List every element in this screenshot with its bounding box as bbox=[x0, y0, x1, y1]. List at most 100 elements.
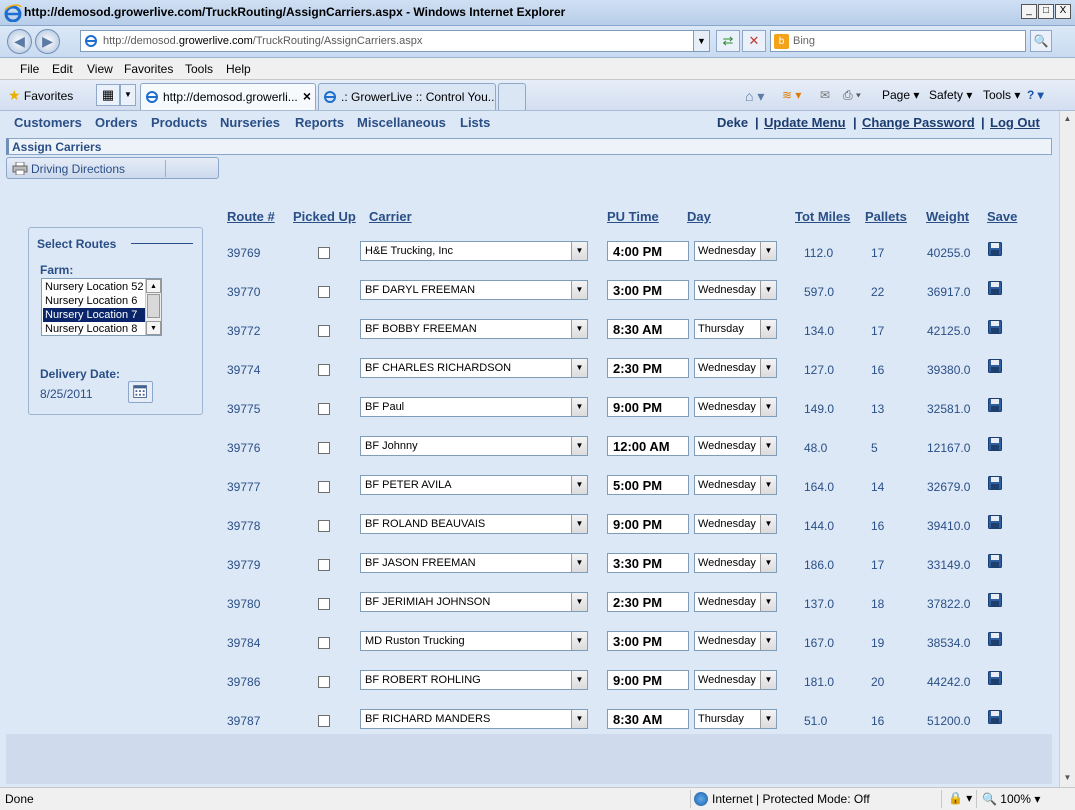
chevron-down-icon[interactable]: ▼ bbox=[760, 242, 776, 260]
page-menu[interactable]: Page ▾ bbox=[882, 88, 919, 102]
feeds-icon[interactable]: ≋ ▾ bbox=[782, 88, 801, 102]
save-icon[interactable] bbox=[988, 515, 1002, 529]
search-button[interactable]: 🔍 bbox=[1030, 30, 1052, 52]
picked-up-checkbox[interactable] bbox=[318, 559, 330, 571]
save-icon[interactable] bbox=[988, 593, 1002, 607]
close-window-button[interactable]: X bbox=[1055, 4, 1071, 19]
protected-mode-icon[interactable]: 🔒 ▾ bbox=[948, 791, 972, 805]
save-icon[interactable] bbox=[988, 320, 1002, 334]
home-icon[interactable]: ⌂ ▾ bbox=[745, 88, 764, 105]
carrier-select[interactable]: BF RICHARD MANDERS ▼ bbox=[360, 709, 588, 729]
chevron-down-icon[interactable]: ▼ bbox=[571, 710, 587, 728]
picked-up-checkbox[interactable] bbox=[318, 481, 330, 493]
carrier-select[interactable]: BF DARYL FREEMAN ▼ bbox=[360, 280, 588, 300]
header-pallets[interactable]: Pallets bbox=[865, 209, 907, 224]
menu-favorites[interactable]: Favorites bbox=[124, 62, 173, 76]
chevron-down-icon[interactable]: ▼ bbox=[760, 359, 776, 377]
pu-time-input[interactable]: 2:30 PM bbox=[607, 592, 689, 612]
maximize-button[interactable]: □ bbox=[1038, 4, 1054, 19]
day-select[interactable]: Thursday ▼ bbox=[694, 319, 777, 339]
chevron-down-icon[interactable]: ▼ bbox=[760, 281, 776, 299]
chevron-down-icon[interactable]: ▼ bbox=[571, 281, 587, 299]
chevron-down-icon[interactable]: ▼ bbox=[571, 242, 587, 260]
chevron-down-icon[interactable]: ▼ bbox=[571, 320, 587, 338]
mail-icon[interactable]: ✉ bbox=[820, 88, 830, 102]
header-save[interactable]: Save bbox=[987, 209, 1017, 224]
log-out-link[interactable]: Log Out bbox=[990, 115, 1040, 130]
chevron-down-icon[interactable]: ▼ bbox=[571, 437, 587, 455]
day-select[interactable]: Wednesday ▼ bbox=[694, 592, 777, 612]
day-select[interactable]: Wednesday ▼ bbox=[694, 241, 777, 261]
pu-time-input[interactable]: 5:00 PM bbox=[607, 475, 689, 495]
chevron-down-icon[interactable]: ▼ bbox=[760, 437, 776, 455]
chevron-down-icon[interactable]: ▼ bbox=[760, 320, 776, 338]
save-icon[interactable] bbox=[988, 476, 1002, 490]
picked-up-checkbox[interactable] bbox=[318, 442, 330, 454]
save-icon[interactable] bbox=[988, 554, 1002, 568]
carrier-select[interactable]: BF Paul ▼ bbox=[360, 397, 588, 417]
chevron-down-icon[interactable]: ▼ bbox=[571, 554, 587, 572]
new-tab-button[interactable] bbox=[498, 83, 526, 110]
scroll-up-icon[interactable]: ▲ bbox=[1060, 111, 1075, 126]
change-password-link[interactable]: Change Password bbox=[862, 115, 975, 130]
picked-up-checkbox[interactable] bbox=[318, 715, 330, 727]
picked-up-checkbox[interactable] bbox=[318, 520, 330, 532]
chevron-down-icon[interactable]: ▼ bbox=[571, 632, 587, 650]
carrier-select[interactable]: BF Johnny ▼ bbox=[360, 436, 588, 456]
day-select[interactable]: Thursday ▼ bbox=[694, 709, 777, 729]
picked-up-checkbox[interactable] bbox=[318, 403, 330, 415]
chevron-down-icon[interactable]: ▼ bbox=[571, 593, 587, 611]
carrier-select[interactable]: BF ROBERT ROHLING ▼ bbox=[360, 670, 588, 690]
day-select[interactable]: Wednesday ▼ bbox=[694, 553, 777, 573]
chevron-down-icon[interactable]: ▼ bbox=[760, 710, 776, 728]
scroll-down-icon[interactable]: ▼ bbox=[1060, 770, 1075, 785]
print-icon[interactable]: ⎙ ▾ bbox=[843, 88, 861, 103]
menu-tools[interactable]: Tools bbox=[185, 62, 213, 76]
pu-time-input[interactable]: 2:30 PM bbox=[607, 358, 689, 378]
menu-edit[interactable]: Edit bbox=[52, 62, 73, 76]
update-menu-link[interactable]: Update Menu bbox=[764, 115, 846, 130]
nav-nurseries[interactable]: Nurseries bbox=[220, 115, 280, 130]
chevron-down-icon[interactable]: ▼ bbox=[571, 671, 587, 689]
carrier-select[interactable]: BF ROLAND BEAUVAIS ▼ bbox=[360, 514, 588, 534]
save-icon[interactable] bbox=[988, 632, 1002, 646]
day-select[interactable]: Wednesday ▼ bbox=[694, 436, 777, 456]
chevron-down-icon[interactable]: ▼ bbox=[760, 632, 776, 650]
forward-button[interactable]: ▶ bbox=[35, 29, 60, 54]
day-select[interactable]: Wednesday ▼ bbox=[694, 280, 777, 300]
header-carrier[interactable]: Carrier bbox=[369, 209, 412, 224]
chevron-down-icon[interactable]: ▼ bbox=[571, 359, 587, 377]
carrier-select[interactable]: H&E Trucking, Inc ▼ bbox=[360, 241, 588, 261]
nav-orders[interactable]: Orders bbox=[95, 115, 138, 130]
minimize-button[interactable]: _ bbox=[1021, 4, 1037, 19]
quick-tabs-button[interactable]: ▦ bbox=[96, 84, 120, 106]
pu-time-input[interactable]: 3:00 PM bbox=[607, 631, 689, 651]
tab-growerlive[interactable]: .: GrowerLive :: Control You... bbox=[318, 83, 496, 110]
save-icon[interactable] bbox=[988, 710, 1002, 724]
picked-up-checkbox[interactable] bbox=[318, 286, 330, 298]
pu-time-input[interactable]: 9:00 PM bbox=[607, 397, 689, 417]
chevron-down-icon[interactable]: ▼ bbox=[760, 593, 776, 611]
header-pu-time[interactable]: PU Time bbox=[607, 209, 659, 224]
nav-customers[interactable]: Customers bbox=[14, 115, 82, 130]
close-tab-icon[interactable]: × bbox=[303, 88, 311, 104]
carrier-select[interactable]: BF JERIMIAH JOHNSON ▼ bbox=[360, 592, 588, 612]
picked-up-checkbox[interactable] bbox=[318, 676, 330, 688]
header-tot-miles[interactable]: Tot Miles bbox=[795, 209, 850, 224]
favorites-button[interactable]: ★ Favorites bbox=[8, 87, 73, 104]
driving-directions-button[interactable]: Driving Directions bbox=[6, 157, 219, 179]
pu-time-input[interactable]: 9:00 PM bbox=[607, 514, 689, 534]
chevron-down-icon[interactable]: ▼ bbox=[760, 398, 776, 416]
day-select[interactable]: Wednesday ▼ bbox=[694, 514, 777, 534]
pu-time-input[interactable]: 3:00 PM bbox=[607, 280, 689, 300]
chevron-down-icon[interactable]: ▼ bbox=[571, 398, 587, 416]
security-zone[interactable]: Internet | Protected Mode: Off bbox=[690, 790, 940, 808]
carrier-select[interactable]: MD Ruston Trucking ▼ bbox=[360, 631, 588, 651]
day-select[interactable]: Wednesday ▼ bbox=[694, 397, 777, 417]
picked-up-checkbox[interactable] bbox=[318, 247, 330, 259]
save-icon[interactable] bbox=[988, 242, 1002, 256]
chevron-down-icon[interactable]: ▼ bbox=[760, 671, 776, 689]
day-select[interactable]: Wednesday ▼ bbox=[694, 475, 777, 495]
menu-help[interactable]: Help bbox=[226, 62, 251, 76]
chevron-down-icon[interactable]: ▼ bbox=[760, 476, 776, 494]
